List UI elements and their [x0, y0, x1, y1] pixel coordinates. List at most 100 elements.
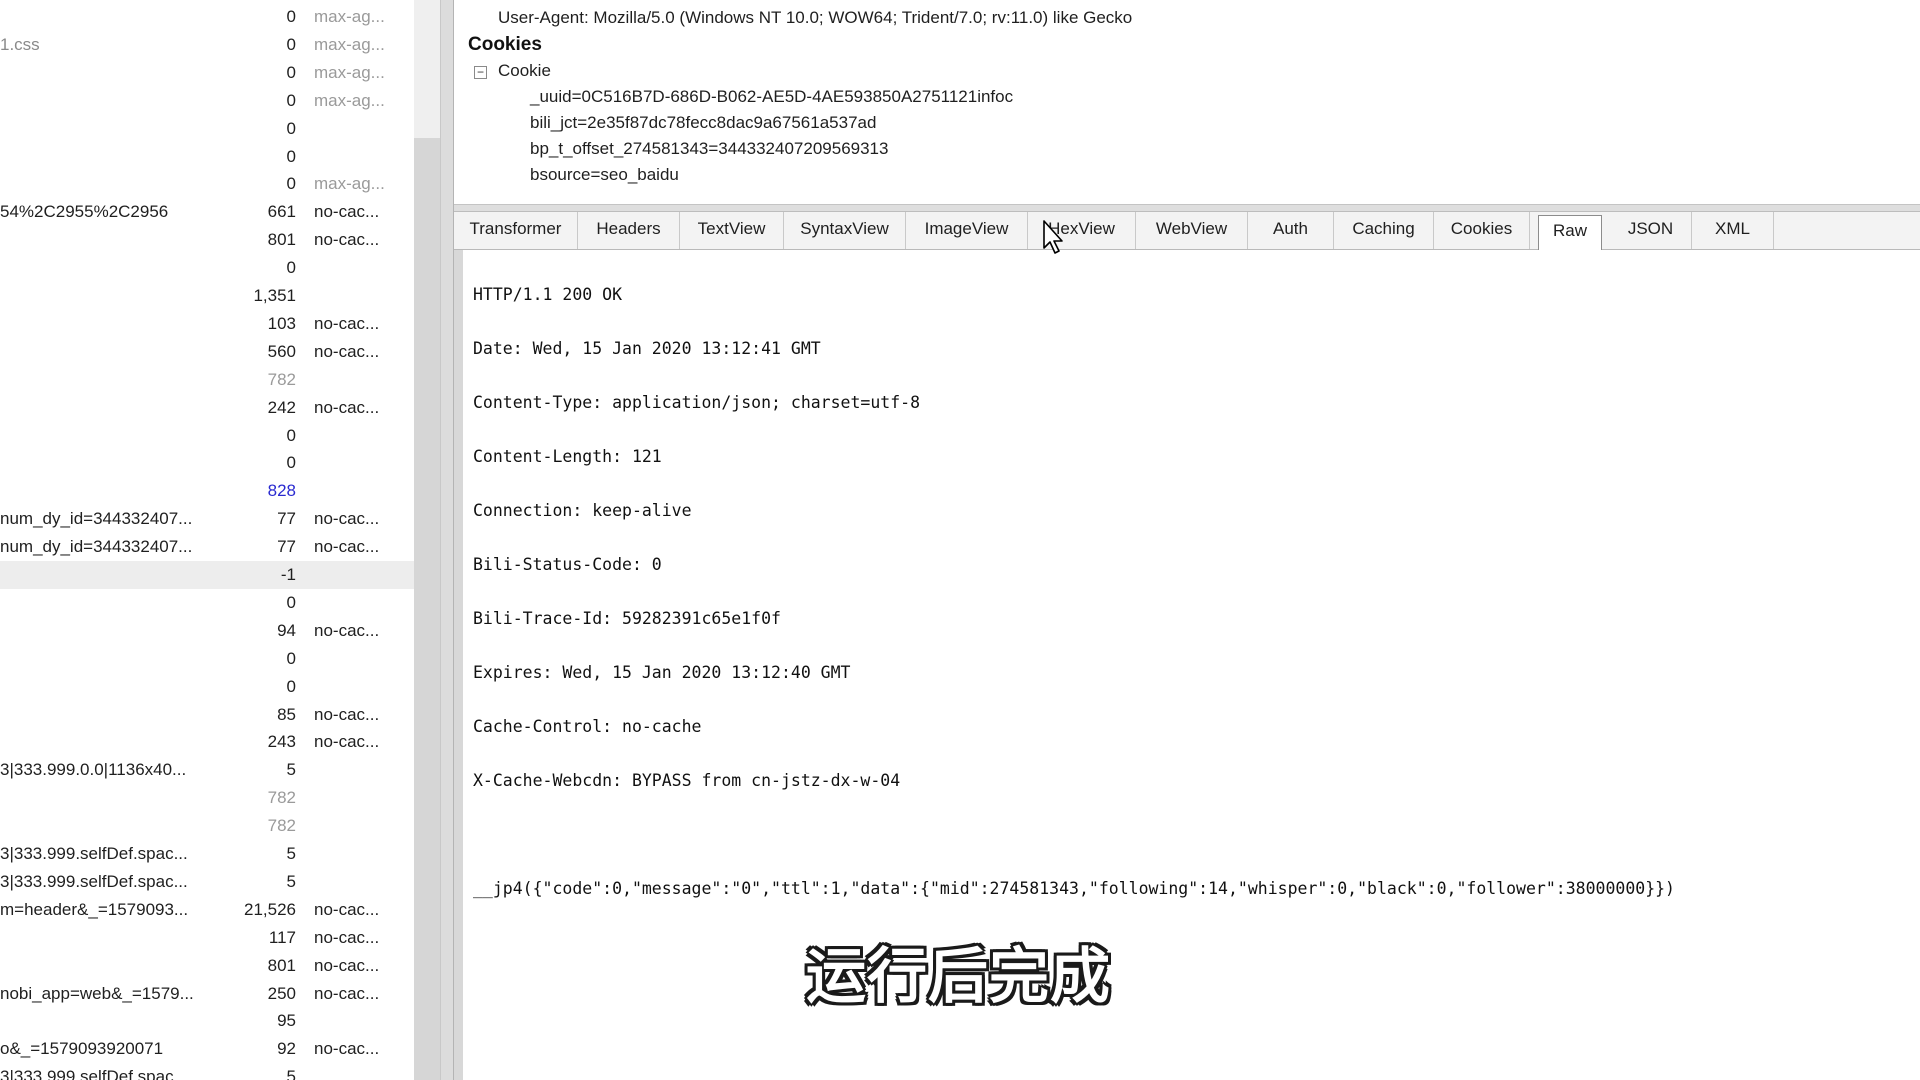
session-body-size: 0	[286, 593, 296, 612]
session-row[interactable]: 3|333.999.selfDef.spac... 5	[0, 1063, 414, 1080]
tab-imageview[interactable]: ImageView	[906, 212, 1028, 249]
tab-syntaxview[interactable]: SyntaxView	[784, 212, 906, 249]
session-body-size: -1	[280, 565, 296, 584]
tab-headers[interactable]: Headers	[578, 212, 680, 249]
session-caching: max-ag...	[314, 63, 385, 82]
session-row[interactable]: 0	[0, 449, 414, 477]
session-row[interactable]: 782	[0, 812, 414, 840]
session-body-size: 0	[286, 147, 296, 166]
session-row[interactable]: 3|333.999.selfDef.spac... 5	[0, 840, 414, 868]
tab-transformer[interactable]: Transformer	[454, 212, 578, 249]
session-row[interactable]: nobi_app=web&_=1579... 250 no-cac...	[0, 980, 414, 1008]
session-body-size: 560	[267, 342, 296, 361]
session-row[interactable]: m=header&_=1579093... 21,526 no-cac...	[0, 896, 414, 924]
cookies-heading: Cookies	[468, 34, 542, 55]
response-body: __jp4({"code":0,"message":"0","ttl":1,"d…	[473, 879, 1675, 898]
session-row[interactable]: num_dy_id=344332407... 77 no-cac...	[0, 533, 414, 561]
session-row[interactable]: 0	[0, 115, 414, 143]
tab-auth[interactable]: Auth	[1248, 212, 1334, 249]
session-body-size: 0	[286, 649, 296, 668]
session-body-size: 661	[267, 202, 296, 221]
cookie-node[interactable]: Cookie	[498, 61, 551, 81]
session-body-size: 1,351	[253, 286, 296, 305]
session-row[interactable]: 0	[0, 143, 414, 171]
session-row[interactable]: 0	[0, 589, 414, 617]
session-row[interactable]: 1,351	[0, 282, 414, 310]
session-body-size: 250	[267, 984, 296, 1003]
session-body-size: 243	[267, 732, 296, 751]
session-row[interactable]: o&_=1579093920071 92 no-cac...	[0, 1035, 414, 1063]
session-url: 54%2C2955%2C2956	[0, 202, 169, 221]
horizontal-splitter[interactable]	[454, 204, 1920, 212]
session-row[interactable]: 243 no-cac...	[0, 728, 414, 756]
session-row[interactable]: 85 no-cac...	[0, 701, 414, 729]
session-caching: max-ag...	[314, 174, 385, 193]
tab-textview[interactable]: TextView	[680, 212, 784, 249]
session-caching: no-cac...	[314, 984, 380, 1003]
tab-webview[interactable]: WebView	[1136, 212, 1248, 249]
session-caching: no-cac...	[314, 398, 380, 417]
user-agent-header: User-Agent: Mozilla/5.0 (Windows NT 10.0…	[498, 8, 1133, 27]
session-row[interactable]: -1	[0, 561, 414, 589]
collapse-toggle-icon[interactable]: −	[474, 66, 487, 79]
session-body-size: 95	[277, 1011, 296, 1030]
cookie-value: bp_t_offset_274581343=344332407209569313	[530, 139, 889, 158]
session-row[interactable]: 0	[0, 645, 414, 673]
session-url: 3|333.999.selfDef.spac...	[0, 1067, 188, 1080]
response-header: X-Cache-Webcdn: BYPASS from cn-jstz-dx-w…	[473, 771, 901, 790]
session-row[interactable]: 782	[0, 784, 414, 812]
session-row[interactable]: 0	[0, 673, 414, 701]
session-body-size: 21,526	[244, 900, 296, 919]
session-body-size: 0	[286, 63, 296, 82]
session-body-size: 242	[267, 398, 296, 417]
tab-xml[interactable]: XML	[1692, 212, 1774, 249]
response-tab-bar: Transformer Headers TextView SyntaxView …	[454, 212, 1920, 250]
session-row[interactable]: num_dy_id=344332407... 77 no-cac...	[0, 505, 414, 533]
video-subtitle: 运行后完成	[806, 942, 1111, 1012]
status-line: HTTP/1.1 200 OK	[473, 285, 623, 304]
tab-cookies[interactable]: Cookies	[1434, 212, 1530, 249]
session-row[interactable]: 117 no-cac...	[0, 924, 414, 952]
session-list-scrollbar[interactable]	[414, 0, 440, 1080]
session-row[interactable]: 103 no-cac...	[0, 310, 414, 338]
vertical-splitter[interactable]	[440, 0, 454, 1080]
session-row[interactable]: 560 no-cac...	[0, 338, 414, 366]
session-body-size: 92	[277, 1039, 296, 1058]
session-row[interactable]: 0 max-ag...	[0, 3, 414, 31]
session-row[interactable]: 801 no-cac...	[0, 952, 414, 980]
session-row[interactable]: 95	[0, 1007, 414, 1035]
session-row[interactable]: 0	[0, 254, 414, 282]
session-row[interactable]: 0 max-ag...	[0, 170, 414, 198]
session-row[interactable]: 828	[0, 477, 414, 505]
session-row[interactable]: 782	[0, 366, 414, 394]
session-row[interactable]: 1.css 0 max-ag...	[0, 31, 414, 59]
session-body-size: 0	[286, 174, 296, 193]
session-row[interactable]: 54%2C2955%2C2956 661 no-cac...	[0, 198, 414, 226]
session-row[interactable]: 242 no-cac...	[0, 394, 414, 422]
session-row[interactable]: 0 max-ag...	[0, 87, 414, 115]
tab-raw[interactable]: Raw	[1538, 215, 1602, 250]
response-raw-view[interactable]: HTTP/1.1 200 OK Date: Wed, 15 Jan 2020 1…	[454, 250, 1920, 1080]
cookie-value: _uuid=0C516B7D-686D-B062-AE5D-4AE593850A…	[530, 87, 1014, 106]
session-row[interactable]: 94 no-cac...	[0, 617, 414, 645]
session-row[interactable]: 0 max-ag...	[0, 59, 414, 87]
tab-json[interactable]: JSON	[1610, 212, 1692, 249]
session-row[interactable]: 801 no-cac...	[0, 226, 414, 254]
session-caching: no-cac...	[314, 202, 380, 221]
session-body-size: 782	[267, 788, 296, 807]
session-body-size: 782	[267, 816, 296, 835]
response-header: Cache-Control: no-cache	[473, 717, 702, 736]
session-caching: no-cac...	[314, 314, 380, 333]
session-list[interactable]: 0 max-ag... 1.css 0 max-ag... 0 max-ag... 0 max-…	[0, 0, 414, 1080]
tab-caching[interactable]: Caching	[1334, 212, 1434, 249]
session-caching: no-cac...	[314, 900, 380, 919]
session-row[interactable]: 0	[0, 422, 414, 450]
session-row[interactable]: 3|333.999.selfDef.spac... 5	[0, 868, 414, 896]
response-header: Content-Length: 121	[473, 447, 662, 466]
session-body-size: 5	[286, 760, 296, 779]
session-row[interactable]: 3|333.999.0.0|1136x40... 5	[0, 756, 414, 784]
session-body-size: 0	[286, 35, 296, 54]
scrollbar-thumb[interactable]	[414, 138, 440, 1080]
session-url: nobi_app=web&_=1579...	[0, 984, 194, 1003]
